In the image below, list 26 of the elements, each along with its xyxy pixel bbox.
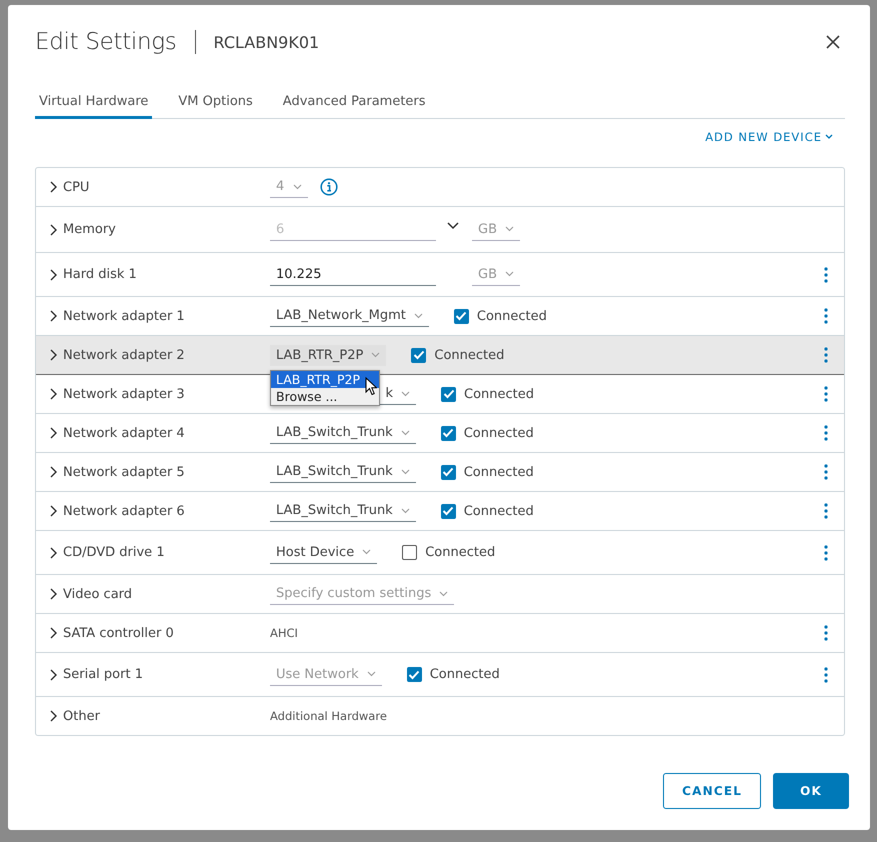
row-label: Memory [63, 222, 116, 237]
row-label: Network adapter 1 [63, 308, 185, 324]
row-label: SATA controller 0 [63, 626, 174, 640]
connected-label: Connected [464, 386, 534, 402]
row-label: Network adapter 3 [63, 386, 185, 402]
connected-label: Connected [434, 348, 504, 362]
connected-label: Connected [464, 464, 534, 480]
connected-label: Connected [464, 504, 534, 518]
dialog-title: Edit Settings [35, 29, 176, 55]
row-label: CPU [63, 180, 90, 194]
row-label: Serial port 1 [63, 667, 143, 682]
row-label: CD/DVD drive 1 [63, 545, 165, 560]
row-label: Network adapter 6 [63, 504, 185, 518]
connected-label: Connected [425, 545, 496, 560]
row-label: Hard disk 1 [63, 267, 137, 282]
row-value: Additional Hardware [270, 709, 387, 723]
row-label: Other [63, 708, 100, 724]
row-value: AHCI [270, 626, 298, 640]
row-label: Video card [63, 586, 132, 602]
row-label: Network adapter 2 [63, 348, 185, 362]
connected-label: Connected [430, 667, 500, 682]
vm-name: RCLABN9K01 [214, 32, 320, 52]
row-label: Network adapter 5 [63, 464, 185, 480]
connected-label: Connected [464, 426, 534, 440]
connected-label: Connected [476, 308, 547, 324]
row-label: Network adapter 4 [63, 426, 185, 440]
